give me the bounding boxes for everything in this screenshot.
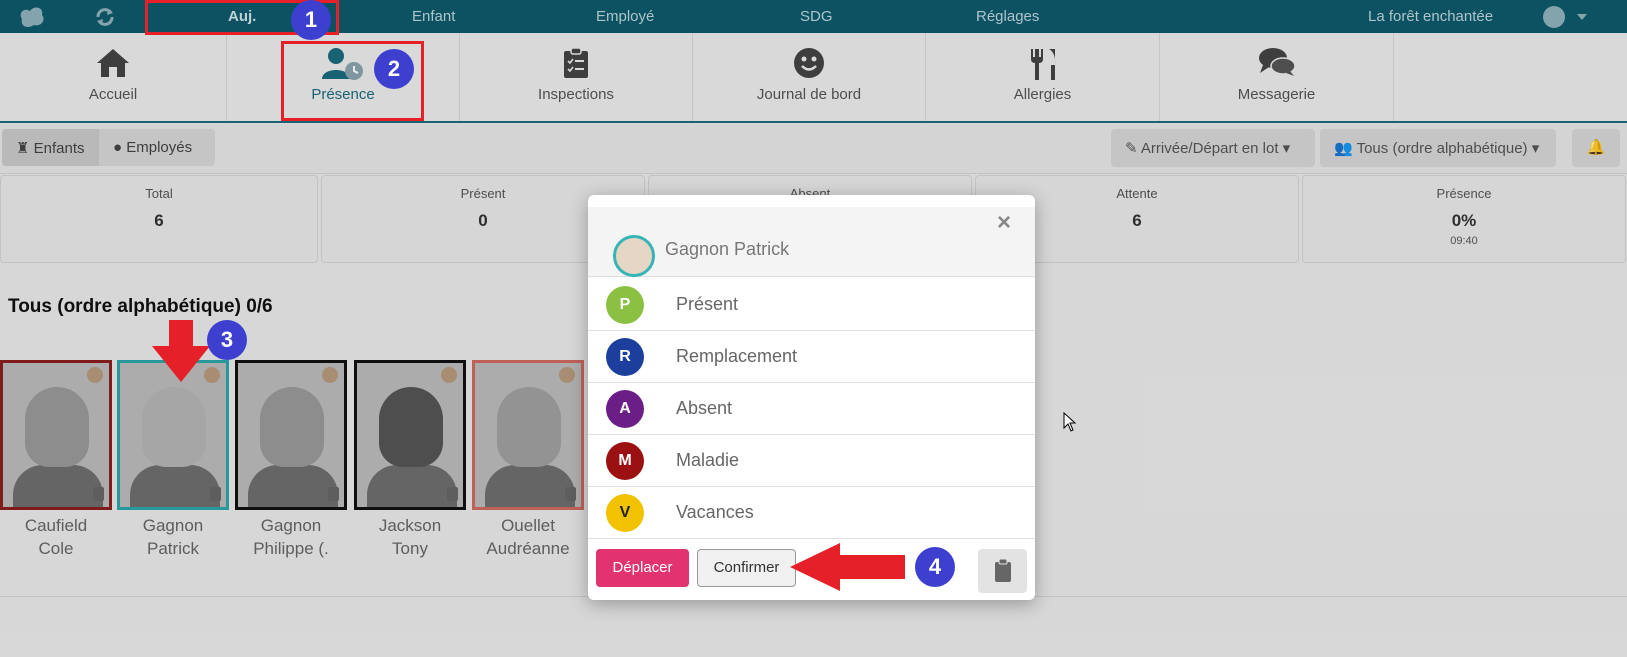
status-badge: V: [606, 494, 644, 532]
step-marker-2: 2: [374, 49, 414, 89]
arrow-left-icon: [790, 543, 905, 591]
status-option-replacement[interactable]: R Remplacement: [588, 331, 1035, 383]
close-icon[interactable]: ×: [997, 209, 1011, 237]
status-label: Présent: [676, 294, 739, 314]
status-label: Absent: [676, 398, 733, 418]
status-label: Maladie: [676, 450, 740, 470]
step-marker-1: 1: [291, 0, 331, 40]
confirm-button[interactable]: Confirmer: [697, 549, 796, 587]
child-avatar: [613, 235, 655, 277]
status-option-vacation[interactable]: V Vacances: [588, 487, 1035, 539]
status-label: Vacances: [676, 502, 754, 522]
status-label: Remplacement: [676, 346, 798, 366]
step-marker-4: 4: [915, 547, 955, 587]
status-option-sick[interactable]: M Maladie: [588, 435, 1035, 487]
status-badge: A: [606, 390, 644, 428]
status-badge: M: [606, 442, 644, 480]
status-option-absent[interactable]: A Absent: [588, 383, 1035, 435]
mouse-cursor-icon: [1063, 412, 1077, 432]
status-badge: R: [606, 338, 644, 376]
attendance-status-modal: × Gagnon Patrick P Présent R Remplacemen…: [588, 195, 1035, 600]
step-marker-3: 3: [207, 320, 247, 360]
move-button[interactable]: Déplacer: [596, 549, 689, 587]
clipboard-button[interactable]: [978, 549, 1027, 593]
modal-header: [588, 207, 1035, 277]
modal-child-name: Gagnon Patrick: [665, 239, 790, 259]
status-option-present[interactable]: P Présent: [588, 279, 1035, 331]
clipboard-icon: [995, 558, 1011, 582]
status-badge: P: [606, 286, 644, 324]
arrow-down-icon: [152, 320, 210, 382]
